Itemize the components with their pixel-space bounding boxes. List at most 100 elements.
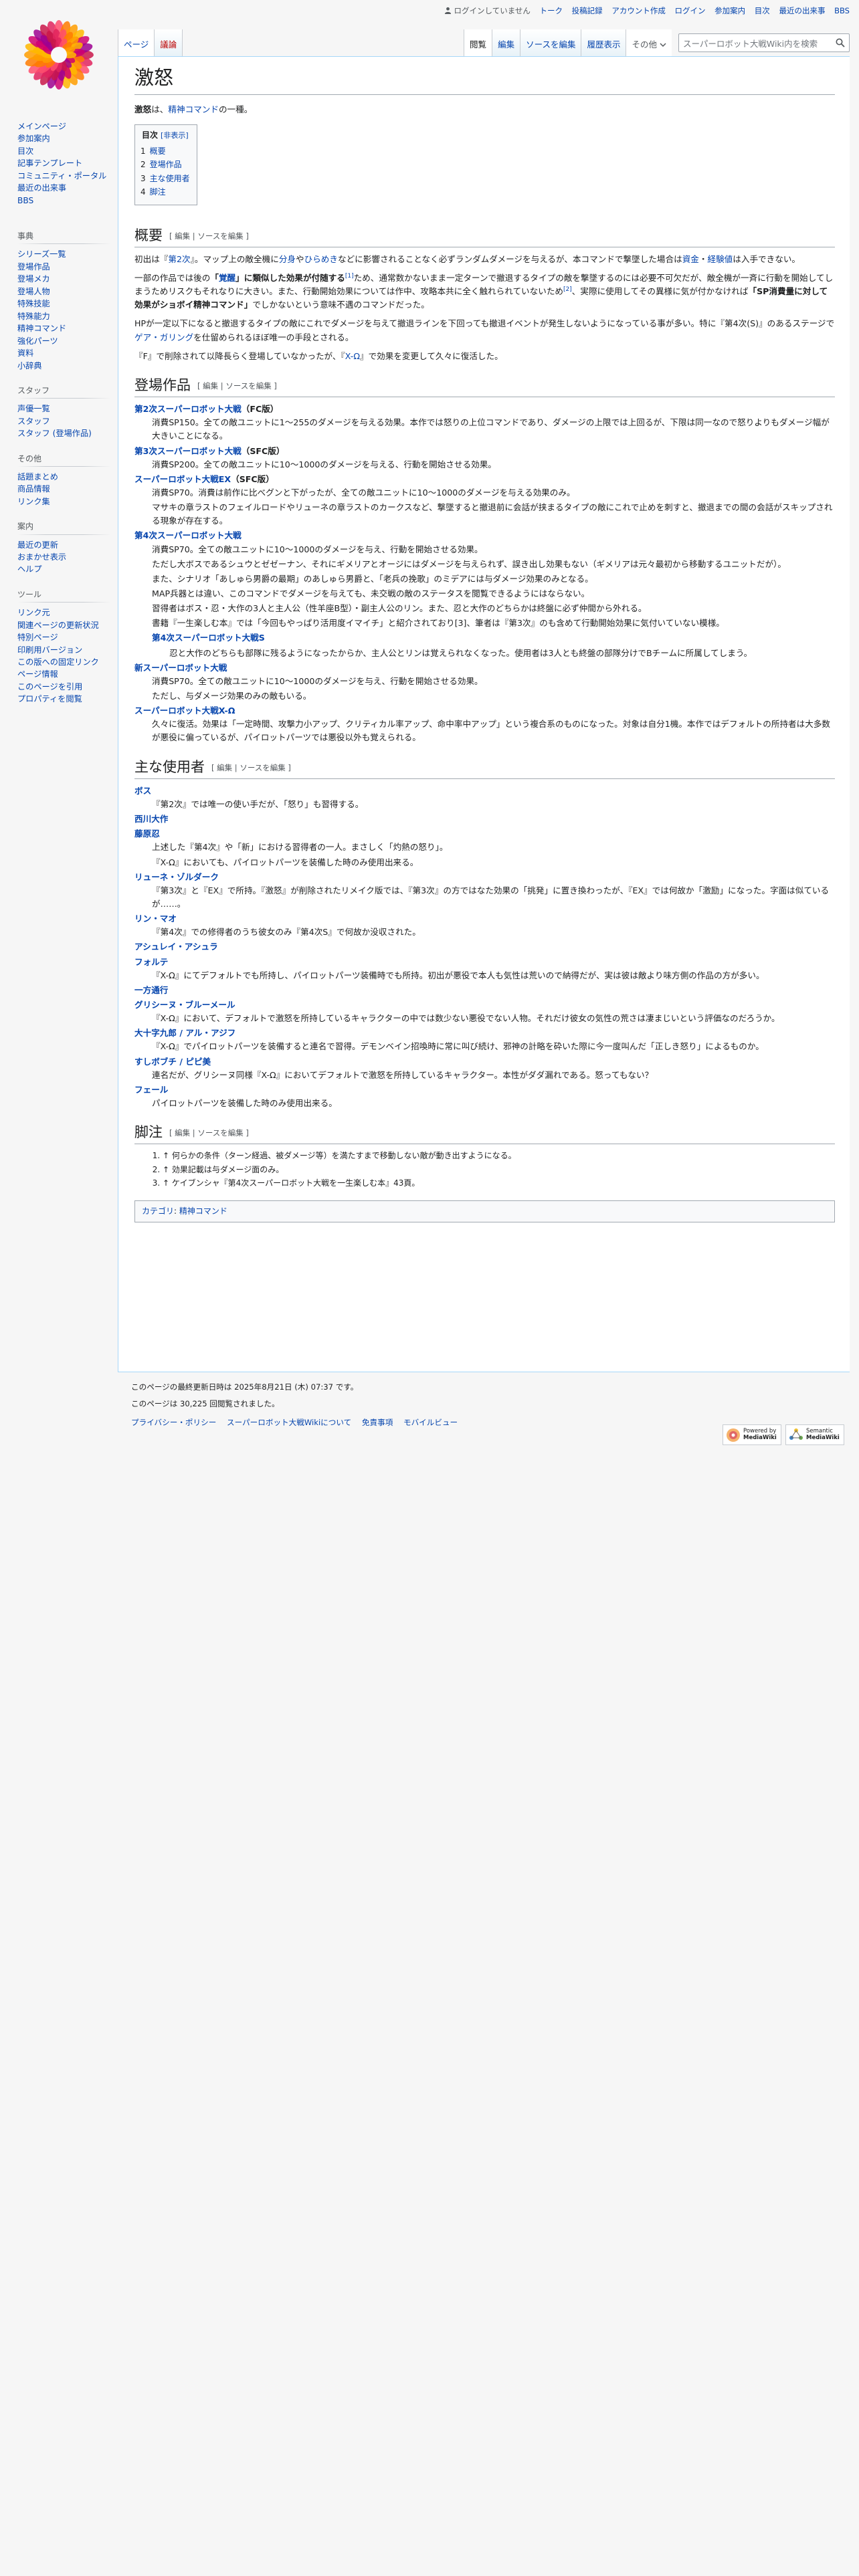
sidebar-item-properties[interactable]: プロパティを閲覧 [17,694,82,704]
appearance-title[interactable]: スーパーロボット大戦X-Ω [134,704,835,718]
sidebar-item-staff[interactable]: スタッフ [17,417,50,426]
appearance-title[interactable]: 第3次スーパーロボット大戦（SFC版） [134,445,835,458]
user-name-link[interactable]: フェール [134,1083,835,1097]
footnote-ref-1[interactable]: [1] [345,273,354,280]
personal-create-account-link[interactable]: アカウント作成 [611,6,666,15]
sidebar-item-mecha[interactable]: 登場メカ [17,274,50,284]
footer-link-about[interactable]: スーパーロボット大戦Wikiについて [227,1418,351,1427]
sidebar-item-parts[interactable]: 強化パーツ [17,336,58,346]
personal-contributions-link[interactable]: 投稿記録 [572,6,603,15]
appearance-title[interactable]: 第2次スーパーロボット大戦（FC版） [134,403,835,416]
user-entry: フェール パイロットパーツを装備した時のみ使用出来る。 [134,1083,835,1110]
personal-link-recent[interactable]: 最近の出来事 [779,6,825,15]
footer-link-privacy[interactable]: プライバシー・ポリシー [131,1418,216,1427]
link-exp[interactable]: 経験値 [707,254,733,264]
toc-item[interactable]: 2 登場作品 [140,158,190,171]
sidebar-item-guide[interactable]: 参加案内 [17,134,50,143]
search-input[interactable]: スーパーロボット大戦Wiki内を検索 [678,33,850,52]
user-name-link[interactable]: 大十字九郎 / アル・アジフ [134,1027,835,1040]
user-name-link[interactable]: リン・マオ [134,912,835,926]
sidebar-item-voice[interactable]: 声優一覧 [17,404,50,413]
sidebar-item-recent-changes[interactable]: 最近の更新 [17,540,58,550]
personal-link-guide[interactable]: 参加案内 [714,6,745,15]
search-button[interactable] [832,34,849,51]
link-gea-garling[interactable]: ゲア・ガリング [134,332,193,342]
sidebar-item-series[interactable]: シリーズ一覧 [17,249,66,259]
toc-item[interactable]: 1 概要 [140,144,190,158]
sidebar-item-print[interactable]: 印刷用バージョン [17,645,82,655]
user-name-link[interactable]: アシュレイ・アシュラ [134,940,835,954]
appearance-title[interactable]: スーパーロボット大戦EX（SFC版） [134,473,835,486]
toc-toggle[interactable]: [非表示] [161,131,189,140]
powered-by-mediawiki-badge[interactable]: Powered by MediaWiki [723,1424,781,1445]
personal-link-bbs[interactable]: BBS [834,6,850,15]
sidebar-item-staff-works[interactable]: スタッフ (登場作品) [17,429,92,438]
edit-section-link[interactable]: [ 編集 | ソースを編集 ] [197,381,277,391]
category-link[interactable]: 精神コマンド [179,1206,227,1216]
site-logo[interactable] [12,8,106,102]
user-name-link[interactable]: ボス [134,784,835,798]
tab-edit[interactable]: 編集 [492,29,521,56]
user-name-link[interactable]: フォルテ [134,956,835,969]
sidebar-item-template[interactable]: 記事テンプレート [17,158,82,168]
tab-read[interactable]: 閲覧 [464,29,493,56]
link-kakusei[interactable]: 覚醒 [219,273,235,283]
edit-section-link[interactable]: [ 編集 | ソースを編集 ] [169,1128,249,1138]
edit-section-link[interactable]: [ 編集 | ソースを編集 ] [169,231,249,241]
user-name-link[interactable]: すしボブチ / ピピ美 [134,1055,835,1069]
sidebar-item-help[interactable]: ヘルプ [17,564,42,574]
edit-section-link[interactable]: [ 編集 | ソースを編集 ] [211,763,291,772]
semantic-mediawiki-badge[interactable]: Semantic MediaWiki [785,1424,844,1445]
footer-link-mobile[interactable]: モバイルビュー [403,1418,458,1427]
sidebar-item-spirit[interactable]: 精神コマンド [17,324,66,333]
sidebar-item-skills[interactable]: 特殊技能 [17,299,50,308]
toc-item[interactable]: 3 主な使用者 [140,172,190,185]
sidebar-item-abilities[interactable]: 特殊能力 [17,312,50,321]
tab-history[interactable]: 履歴表示 [581,29,627,56]
lead-link-spirit-command[interactable]: 精神コマンド [168,104,219,114]
appearance-title[interactable]: 第4次スーパーロボット大戦 [134,529,835,542]
sidebar-item-community[interactable]: コミュニティ・ポータル [17,171,106,181]
sidebar-item-characters[interactable]: 登場人物 [17,287,50,296]
personal-link-index[interactable]: 目次 [755,6,770,15]
sidebar-item-bbs[interactable]: BBS [17,196,33,205]
tab-edit-source[interactable]: ソースを編集 [520,29,582,56]
tab-discussion[interactable]: 議論 [155,29,183,56]
link-funds[interactable]: 資金 [682,254,699,264]
footnote-ref-2[interactable]: [2] [563,286,572,293]
toc-item[interactable]: 4 脚注 [140,185,190,199]
category-label-link[interactable]: カテゴリ [142,1206,174,1216]
user-name-link[interactable]: 西川大作 [134,813,835,826]
personal-login-link[interactable]: ログイン [674,6,705,15]
sidebar-item-permalink[interactable]: この版への固定リンク [17,657,99,667]
link-2nd[interactable]: 第2次 [168,254,190,264]
sidebar-item-works[interactable]: 登場作品 [17,262,50,272]
user-name-link[interactable]: 一方通行 [134,984,835,997]
sidebar-item-related-changes[interactable]: 関連ページの更新状況 [17,621,99,630]
sidebar-item-materials[interactable]: 資料 [17,348,33,358]
sidebar-item-whatlinkshere[interactable]: リンク元 [17,608,50,617]
footer-link-disclaimer[interactable]: 免責事項 [362,1418,393,1427]
link-bunshin[interactable]: 分身 [279,254,296,264]
tab-page[interactable]: ページ [118,29,155,56]
sidebar-item-products[interactable]: 商品情報 [17,484,50,494]
user-name-link[interactable]: グリシーヌ・ブルーメール [134,998,835,1012]
sidebar-item-recent-events[interactable]: 最近の出来事 [17,183,66,193]
sidebar-item-random[interactable]: おまかせ表示 [17,552,66,562]
sidebar-item-topics[interactable]: 話題まとめ [17,472,58,481]
sidebar-item-cite[interactable]: このページを引用 [17,682,82,691]
personal-talk-link[interactable]: トーク [540,6,563,15]
sidebar-item-links[interactable]: リンク集 [17,497,50,506]
user-name-link[interactable]: 藤原忍 [134,827,835,841]
sidebar-item-special-pages[interactable]: 特別ページ [17,633,58,642]
appearance-title[interactable]: 新スーパーロボット大戦 [134,661,835,675]
sidebar-item-page-info[interactable]: ページ情報 [17,669,58,679]
user-name-link[interactable]: リューネ・ゾルダーク [134,871,835,884]
link-x-omega[interactable]: X-Ω [345,351,360,361]
sidebar-item-index[interactable]: 目次 [17,146,33,156]
sidebar-item-glossary[interactable]: 小辞典 [17,361,42,370]
sidebar-item-main-page[interactable]: メインページ [17,122,66,131]
tab-more-menu[interactable]: その他 [626,29,672,56]
appearance-sub-title[interactable]: 第4次スーパーロボット大戦S [152,631,835,645]
link-hirameki[interactable]: ひらめき [304,254,338,264]
